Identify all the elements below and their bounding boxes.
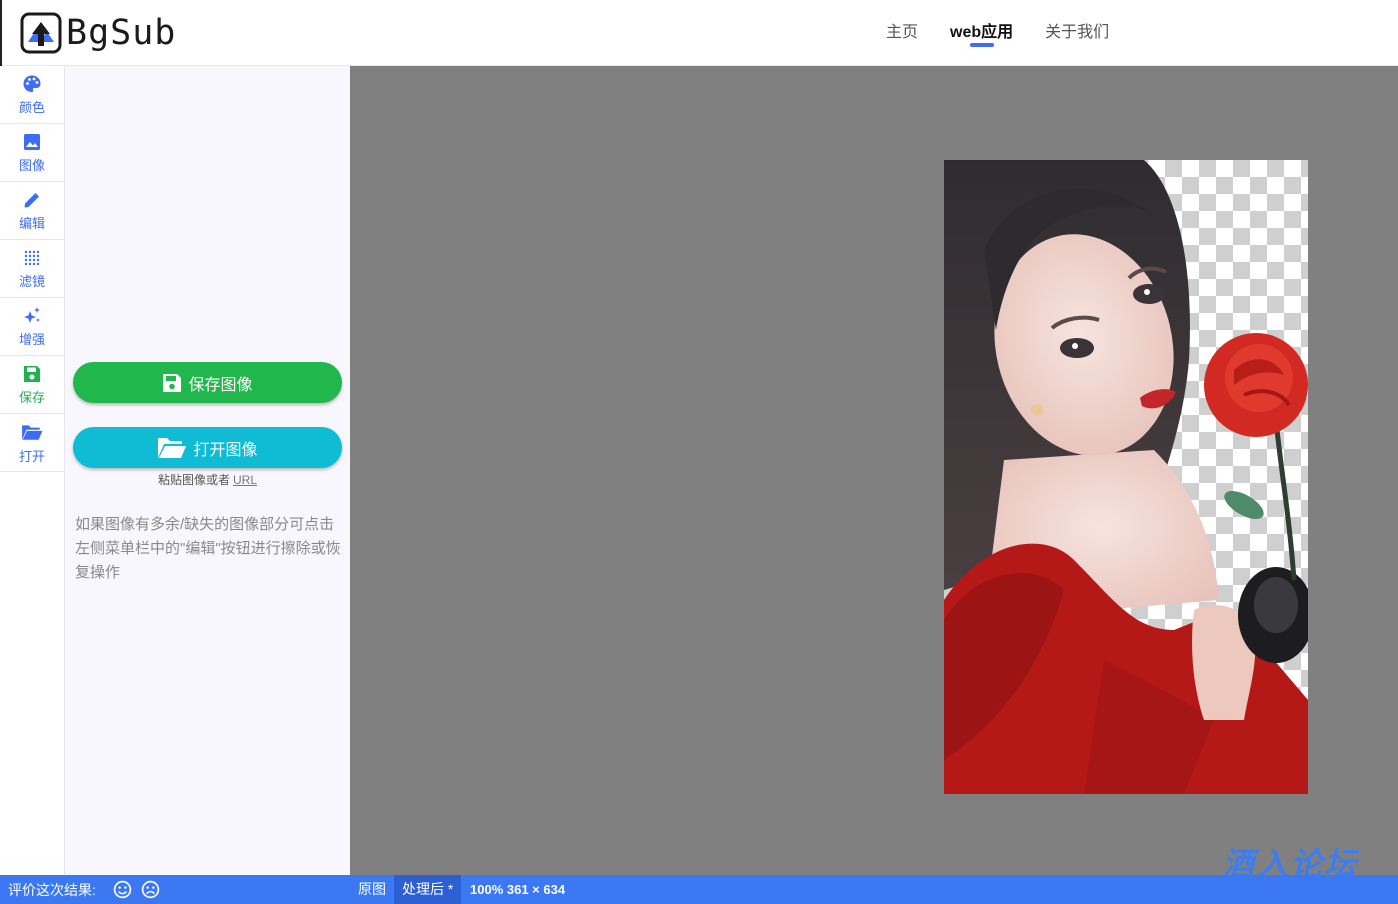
paste-url-link[interactable]: URL	[233, 473, 257, 487]
rail-label: 增强	[18, 331, 45, 347]
status-bar: 评价这次结果: 原图 处理后 * 100% 361 × 634	[0, 875, 1398, 904]
rail-label: 保存	[18, 389, 45, 405]
app-header: BgSub 主页 web应用 关于我们	[0, 0, 1398, 66]
rail-item-enhance[interactable]: 增强	[0, 298, 64, 356]
pencil-icon	[24, 192, 39, 207]
nav-home[interactable]: 主页	[878, 3, 926, 63]
paste-text: 粘贴图像或者	[157, 473, 230, 487]
zoom-info: 100% 361 × 634	[470, 882, 566, 897]
open-image-label: 打开图像	[193, 441, 258, 459]
edit-tip: 如果图像有多余/缺失的图像部分可点击左侧菜单栏中的"编辑"按钮进行擦除或恢复操作	[75, 516, 341, 581]
rail-item-open[interactable]: 打开	[0, 414, 64, 472]
result-image[interactable]	[944, 160, 1308, 794]
nav-about[interactable]: 关于我们	[1037, 3, 1117, 63]
rail-label: 图像	[18, 157, 45, 173]
image-icon	[24, 133, 40, 150]
folder-open-icon	[22, 424, 43, 440]
frown-icon[interactable]	[141, 880, 160, 899]
rail-item-image[interactable]: 图像	[0, 124, 64, 182]
portrait-photo	[944, 160, 1308, 794]
image-canvas[interactable]: 酒入论坛	[350, 66, 1398, 883]
top-nav: 主页 web应用 关于我们	[870, 0, 1125, 66]
brand[interactable]: BgSub	[0, 0, 176, 66]
floppy-icon	[24, 365, 40, 382]
folder-open-icon	[158, 437, 187, 458]
tool-rail: 颜色 图像 编辑 滤镜 增强 保存 打开	[0, 66, 65, 875]
tab-original[interactable]: 原图	[350, 875, 394, 904]
rate-label: 评价这次结果:	[8, 882, 96, 898]
tab-processed[interactable]: 处理后 *	[394, 875, 462, 904]
palette-icon	[23, 75, 41, 92]
open-image-button[interactable]: 打开图像	[73, 427, 342, 468]
rail-item-filter[interactable]: 滤镜	[0, 240, 64, 298]
rail-label: 编辑	[18, 215, 45, 231]
save-image-label: 保存图像	[188, 376, 253, 394]
brand-name: BgSub	[66, 13, 177, 53]
paste-hint: 粘贴图像或者 URL	[65, 471, 350, 488]
rail-label: 颜色	[18, 99, 45, 115]
rail-item-save[interactable]: 保存	[0, 356, 64, 414]
logo-icon	[20, 12, 62, 54]
smile-icon[interactable]	[113, 880, 132, 899]
sparkles-icon	[24, 306, 40, 323]
control-panel: 保存图像 打开图像 粘贴图像或者 URL 如果图像有多余/缺失的图像部分可点击左侧…	[65, 66, 350, 875]
rail-label: 打开	[18, 448, 45, 464]
rail-item-color[interactable]: 颜色	[0, 66, 64, 124]
save-image-button[interactable]: 保存图像	[73, 362, 342, 403]
rail-item-edit[interactable]: 编辑	[0, 182, 64, 240]
floppy-icon	[163, 373, 182, 392]
dots-grid-icon	[24, 250, 40, 265]
rail-label: 滤镜	[18, 273, 45, 289]
nav-web-app[interactable]: web应用	[942, 3, 1021, 63]
